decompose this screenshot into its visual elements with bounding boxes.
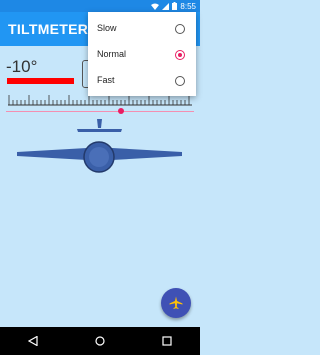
menu-item-fast[interactable]: Fast xyxy=(88,68,196,94)
recents-icon[interactable] xyxy=(162,336,172,346)
status-icons: 8:55 xyxy=(151,0,196,12)
signal-icon xyxy=(162,2,170,10)
radio-slow[interactable] xyxy=(175,24,185,34)
menu-item-label: Slow xyxy=(97,23,117,33)
menu-item-slow[interactable]: Slow xyxy=(88,16,196,42)
airplane-graphic xyxy=(17,119,182,173)
wifi-icon xyxy=(151,3,160,10)
tilt-bar xyxy=(7,78,74,84)
home-icon[interactable] xyxy=(95,336,105,346)
speed-menu: Slow Normal Fast xyxy=(88,12,196,96)
navigation-bar xyxy=(0,327,200,355)
app-title: TILTMETER xyxy=(8,21,89,37)
status-time: 8:55 xyxy=(180,1,196,11)
tilt-slider[interactable] xyxy=(6,108,194,114)
airplane-fab[interactable] xyxy=(161,288,191,318)
radio-normal[interactable] xyxy=(175,50,185,60)
slider-thumb[interactable] xyxy=(118,108,124,114)
status-bar: 8:55 xyxy=(0,0,200,12)
menu-item-normal[interactable]: Normal xyxy=(88,42,196,68)
back-icon[interactable] xyxy=(28,336,38,346)
slider-track xyxy=(6,111,194,112)
menu-item-label: Normal xyxy=(97,49,127,59)
angle-reading: -10° xyxy=(6,57,38,76)
menu-item-label: Fast xyxy=(97,75,115,85)
radio-fast[interactable] xyxy=(175,76,185,86)
battery-icon xyxy=(172,2,178,10)
airplane-icon xyxy=(169,296,183,309)
